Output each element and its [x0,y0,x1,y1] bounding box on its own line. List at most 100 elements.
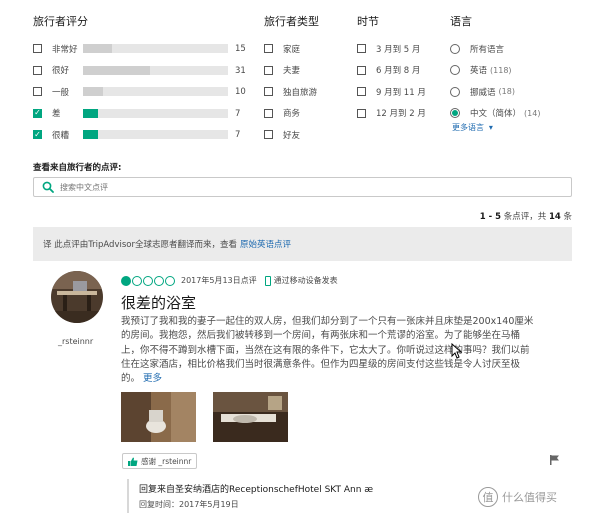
watermark: 值 什么值得买 [478,487,557,507]
rating-label: 一般 [52,87,70,98]
rating-filter-row[interactable]: 很好 31 [33,60,253,82]
traveler-type-row[interactable]: 好友 [264,124,354,146]
rating-bar-fill [83,87,104,96]
traveler-type-label: 家庭 [283,44,301,55]
filter-traveler-rating-title: 旅行者评分 [33,15,88,28]
review-rating-row: 2017年5月13日点评 通过移动设备发表 [121,275,338,286]
language-label: 挪威语 [470,87,496,98]
season-row[interactable]: 3 月到 5 月 [357,38,447,60]
search-input[interactable] [60,182,540,192]
season-label: 9 月到 11 月 [376,87,426,98]
review-body: 我预订了我和我的妻子一起住的双人房，但我们却分到了一个只有一张床并且床垫是200… [121,315,536,386]
traveler-type-checkbox[interactable] [264,130,273,140]
traveler-type-row[interactable]: 夫妻 [264,60,354,82]
mobile-phone-icon [264,275,271,286]
language-label: 所有语言 [470,44,505,55]
season-checkbox[interactable] [357,44,366,54]
language-row[interactable]: 挪威语 (18) [450,81,590,103]
traveler-type-row[interactable]: 独自旅游 [264,81,354,103]
language-count: (118) [490,65,512,75]
translation-notice-text: 译 此点评由TripAdvisor全球志愿者翻译而来，查看 [43,240,237,250]
review-total: 14 [548,212,561,222]
filter-language-title: 语言 [450,15,472,28]
rating-bar-fill [83,108,98,118]
review-more-link[interactable]: 更多 [143,373,162,384]
rating-count: 10 [235,87,246,97]
filter-season-title: 时节 [357,15,379,28]
reply-divider [127,479,129,513]
traveler-type-row[interactable]: 商务 [264,103,354,125]
filter-traveler-type-title: 旅行者类型 [264,15,319,28]
rating-bubble-icon [154,275,164,286]
search-title: 查看来自旅行者的点评: [33,163,122,173]
thumbs-up-icon [128,457,138,466]
language-radio[interactable] [450,108,460,119]
rating-bar [83,108,228,118]
rating-label: 差 [52,109,61,120]
filter-language: 语言 所有语言 英语 (118) 挪威语 (18) 中文（简体） (14) 更多语言 ▾ [450,13,590,133]
traveler-type-checkbox[interactable] [264,65,273,75]
more-languages-link[interactable]: 更多语言 ▾ [450,122,590,133]
language-radio[interactable] [450,86,460,97]
traveler-type-checkbox[interactable] [264,108,273,118]
language-label: 英语 [470,66,488,77]
flag-icon[interactable] [550,455,560,465]
traveler-type-label: 独自旅游 [283,87,318,98]
season-row[interactable]: 12 月到 2 月 [357,103,447,125]
language-row[interactable]: 英语 (118) [450,60,590,82]
rating-checkbox[interactable] [33,130,42,140]
thank-reviewer-button[interactable]: 感谢 _rsteinnr [122,453,198,469]
owner-reply-title: 回复来自圣安纳酒店的ReceptionschefHotel SKT Ann æ [139,485,374,495]
rating-bar-fill [83,65,150,75]
rating-bubbles [121,275,176,286]
rating-bar [83,87,228,96]
filter-season: 时节 3 月到 5 月 6 月到 8 月 9 月到 11 月 12 月到 2 月 [357,13,447,124]
season-label: 6 月到 8 月 [376,66,421,77]
rating-checkbox[interactable] [33,108,42,118]
rating-count: 31 [235,65,246,76]
language-count: (18) [498,87,515,97]
rating-count: 7 [235,130,241,140]
rating-checkbox[interactable] [33,65,42,75]
season-checkbox[interactable] [357,65,366,75]
traveler-type-label: 商务 [283,109,301,120]
rating-label: 很糟 [52,130,70,141]
review-text: 我预订了我和我的妻子一起住的双人房，但我们却分到了一个只有一张床并且床垫是200… [121,316,534,385]
language-radio[interactable] [450,65,460,76]
rating-checkbox[interactable] [33,44,42,54]
traveler-type-row[interactable]: 家庭 [264,38,354,60]
season-row[interactable]: 9 月到 11 月 [357,81,447,103]
rating-count: 15 [235,44,246,54]
review-title[interactable]: 很差的浴室 [121,292,196,313]
rating-filter-row[interactable]: 很糟 7 [33,124,253,146]
cursor-icon [451,343,463,359]
rating-filter-row[interactable]: 一般 10 [33,81,253,103]
season-label: 3 月到 5 月 [376,44,421,55]
original-review-link[interactable]: 原始英语点评 [240,238,291,250]
mobile-label: 通过移动设备发表 [273,276,338,285]
traveler-type-checkbox[interactable] [264,87,273,97]
review-count-unit: 条 [563,212,572,222]
season-checkbox[interactable] [357,87,366,97]
search-box[interactable] [33,177,572,197]
rating-filter-row[interactable]: 非常好 15 [33,38,253,60]
language-row[interactable]: 中文（简体） (14) [450,103,590,125]
rating-label: 非常好 [52,44,78,55]
language-row[interactable]: 所有语言 [450,38,590,60]
translation-notice: 译 此点评由TripAdvisor全球志愿者翻译而来，查看 原始英语点评 [33,227,572,261]
rating-bubble-icon [132,275,142,286]
review-range: 1 - 5 [479,212,502,222]
language-radio[interactable] [450,43,460,54]
rating-bar [83,130,228,139]
rating-checkbox[interactable] [33,87,42,97]
review-photo-1[interactable] [121,392,196,442]
review-photo-2[interactable] [213,392,288,442]
season-row[interactable]: 6 月到 8 月 [357,60,447,82]
traveler-type-checkbox[interactable] [264,44,273,54]
avatar[interactable] [51,271,103,323]
reviewer-username[interactable]: _rsteinnr [58,337,93,346]
season-checkbox[interactable] [357,108,366,118]
traveler-type-label: 夫妻 [283,66,301,77]
rating-bar-fill [83,44,112,53]
rating-filter-row[interactable]: 差7 [33,103,253,125]
